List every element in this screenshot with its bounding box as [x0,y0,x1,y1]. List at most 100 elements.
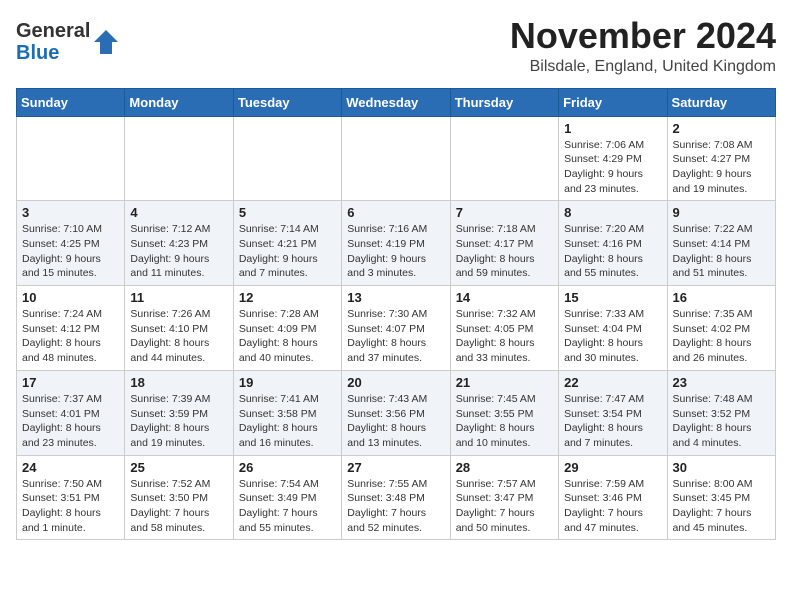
calendar-cell [125,116,233,201]
day-number: 5 [239,205,336,220]
calendar-cell: 6 Sunrise: 7:16 AM Sunset: 4:19 PM Daylig… [342,201,450,286]
weekday-header-saturday: Saturday [667,88,775,116]
day-info: Sunrise: 7:16 AM Sunset: 4:19 PM Dayligh… [347,222,444,281]
calendar-cell: 23 Sunrise: 7:48 AM Sunset: 3:52 PM Dayli… [667,370,775,455]
weekday-header-friday: Friday [559,88,667,116]
calendar-cell: 12 Sunrise: 7:28 AM Sunset: 4:09 PM Dayli… [233,286,341,371]
day-info: Sunrise: 7:24 AM Sunset: 4:12 PM Dayligh… [22,307,119,366]
day-number: 23 [673,375,770,390]
calendar-cell: 10 Sunrise: 7:24 AM Sunset: 4:12 PM Dayli… [17,286,125,371]
day-number: 4 [130,205,227,220]
logo-icon [92,28,120,56]
day-number: 24 [22,460,119,475]
calendar-header: SundayMondayTuesdayWednesdayThursdayFrid… [17,88,776,116]
calendar-cell: 27Sunrise: 7:55 AM Sunset: 3:48 PM Dayli… [342,455,450,540]
calendar-cell: 1 Sunrise: 7:06 AM Sunset: 4:29 PM Daylig… [559,116,667,201]
calendar-cell: 24 Sunrise: 7:50 AM Sunset: 3:51 PM Dayli… [17,455,125,540]
calendar-cell [450,116,558,201]
day-number: 11 [130,290,227,305]
day-info: Sunrise: 7:18 AM Sunset: 4:17 PM Dayligh… [456,222,553,281]
day-info: Sunrise: 7:54 AM Sunset: 3:49 PM Dayligh… [239,477,336,536]
weekday-header-row: SundayMondayTuesdayWednesdayThursdayFrid… [17,88,776,116]
calendar-cell: 8 Sunrise: 7:20 AM Sunset: 4:16 PM Daylig… [559,201,667,286]
day-info: Sunrise: 7:32 AM Sunset: 4:05 PM Dayligh… [456,307,553,366]
day-info: Sunrise: 7:41 AM Sunset: 3:58 PM Dayligh… [239,392,336,451]
calendar-cell: 5 Sunrise: 7:14 AM Sunset: 4:21 PM Daylig… [233,201,341,286]
calendar-cell: 9 Sunrise: 7:22 AM Sunset: 4:14 PM Daylig… [667,201,775,286]
day-number: 12 [239,290,336,305]
day-info: Sunrise: 7:50 AM Sunset: 3:51 PM Dayligh… [22,477,119,536]
day-info: Sunrise: 7:20 AM Sunset: 4:16 PM Dayligh… [564,222,661,281]
calendar-cell: 20Sunrise: 7:43 AM Sunset: 3:56 PM Dayli… [342,370,450,455]
calendar-cell: 7 Sunrise: 7:18 AM Sunset: 4:17 PM Daylig… [450,201,558,286]
day-number: 19 [239,375,336,390]
week-row-0: 1 Sunrise: 7:06 AM Sunset: 4:29 PM Daylig… [17,116,776,201]
day-info: Sunrise: 7:33 AM Sunset: 4:04 PM Dayligh… [564,307,661,366]
day-info: Sunrise: 7:28 AM Sunset: 4:09 PM Dayligh… [239,307,336,366]
day-info: Sunrise: 7:22 AM Sunset: 4:14 PM Dayligh… [673,222,770,281]
calendar-cell: 22 Sunrise: 7:47 AM Sunset: 3:54 PM Dayli… [559,370,667,455]
calendar-cell: 13 Sunrise: 7:30 AM Sunset: 4:07 PM Dayli… [342,286,450,371]
calendar-cell: 25 Sunrise: 7:52 AM Sunset: 3:50 PM Dayli… [125,455,233,540]
week-row-2: 10 Sunrise: 7:24 AM Sunset: 4:12 PM Dayli… [17,286,776,371]
day-info: Sunrise: 7:52 AM Sunset: 3:50 PM Dayligh… [130,477,227,536]
calendar-cell: 21Sunrise: 7:45 AM Sunset: 3:55 PM Dayli… [450,370,558,455]
day-info: Sunrise: 7:59 AM Sunset: 3:46 PM Dayligh… [564,477,661,536]
day-number: 25 [130,460,227,475]
logo-blue: Blue [16,42,59,64]
day-info: Sunrise: 7:14 AM Sunset: 4:21 PM Dayligh… [239,222,336,281]
calendar-cell: 17 Sunrise: 7:37 AM Sunset: 4:01 PM Dayli… [17,370,125,455]
weekday-header-wednesday: Wednesday [342,88,450,116]
day-number: 13 [347,290,444,305]
day-number: 2 [673,121,770,136]
logo-general: General [16,20,90,42]
day-info: Sunrise: 7:35 AM Sunset: 4:02 PM Dayligh… [673,307,770,366]
day-number: 16 [673,290,770,305]
day-number: 22 [564,375,661,390]
title-area: November 2024 Bilsdale, England, United … [510,16,776,76]
calendar-cell [342,116,450,201]
calendar-cell: 16 Sunrise: 7:35 AM Sunset: 4:02 PM Dayli… [667,286,775,371]
day-info: Sunrise: 7:48 AM Sunset: 3:52 PM Dayligh… [673,392,770,451]
header: General Blue November 2024 Bilsdale, Eng… [16,16,776,76]
day-number: 18 [130,375,227,390]
day-number: 10 [22,290,119,305]
calendar-cell: 14Sunrise: 7:32 AM Sunset: 4:05 PM Dayli… [450,286,558,371]
day-info: Sunrise: 7:08 AM Sunset: 4:27 PM Dayligh… [673,138,770,197]
day-number: 28 [456,460,553,475]
day-info: Sunrise: 7:37 AM Sunset: 4:01 PM Dayligh… [22,392,119,451]
location-title: Bilsdale, England, United Kingdom [510,58,776,76]
calendar-cell: 4Sunrise: 7:12 AM Sunset: 4:23 PM Daylig… [125,201,233,286]
weekday-header-thursday: Thursday [450,88,558,116]
day-number: 20 [347,375,444,390]
week-row-3: 17 Sunrise: 7:37 AM Sunset: 4:01 PM Dayli… [17,370,776,455]
day-number: 9 [673,205,770,220]
day-number: 30 [673,460,770,475]
weekday-header-sunday: Sunday [17,88,125,116]
day-info: Sunrise: 7:06 AM Sunset: 4:29 PM Dayligh… [564,138,661,197]
day-number: 17 [22,375,119,390]
day-number: 7 [456,205,553,220]
calendar-cell: 26Sunrise: 7:54 AM Sunset: 3:49 PM Dayli… [233,455,341,540]
calendar-cell: 15Sunrise: 7:33 AM Sunset: 4:04 PM Dayli… [559,286,667,371]
day-info: Sunrise: 7:55 AM Sunset: 3:48 PM Dayligh… [347,477,444,536]
calendar-body: 1 Sunrise: 7:06 AM Sunset: 4:29 PM Daylig… [17,116,776,540]
day-info: Sunrise: 7:47 AM Sunset: 3:54 PM Dayligh… [564,392,661,451]
calendar-cell: 3Sunrise: 7:10 AM Sunset: 4:25 PM Daylig… [17,201,125,286]
day-number: 1 [564,121,661,136]
calendar-cell: 28 Sunrise: 7:57 AM Sunset: 3:47 PM Dayli… [450,455,558,540]
day-info: Sunrise: 7:30 AM Sunset: 4:07 PM Dayligh… [347,307,444,366]
calendar-cell: 30 Sunrise: 8:00 AM Sunset: 3:45 PM Dayli… [667,455,775,540]
day-info: Sunrise: 7:10 AM Sunset: 4:25 PM Dayligh… [22,222,119,281]
day-number: 6 [347,205,444,220]
day-info: Sunrise: 7:39 AM Sunset: 3:59 PM Dayligh… [130,392,227,451]
calendar-cell: 2 Sunrise: 7:08 AM Sunset: 4:27 PM Daylig… [667,116,775,201]
day-info: Sunrise: 8:00 AM Sunset: 3:45 PM Dayligh… [673,477,770,536]
day-number: 8 [564,205,661,220]
day-number: 29 [564,460,661,475]
week-row-1: 3Sunrise: 7:10 AM Sunset: 4:25 PM Daylig… [17,201,776,286]
calendar-cell: 29 Sunrise: 7:59 AM Sunset: 3:46 PM Dayli… [559,455,667,540]
weekday-header-monday: Monday [125,88,233,116]
logo: General Blue [16,20,120,64]
day-info: Sunrise: 7:57 AM Sunset: 3:47 PM Dayligh… [456,477,553,536]
